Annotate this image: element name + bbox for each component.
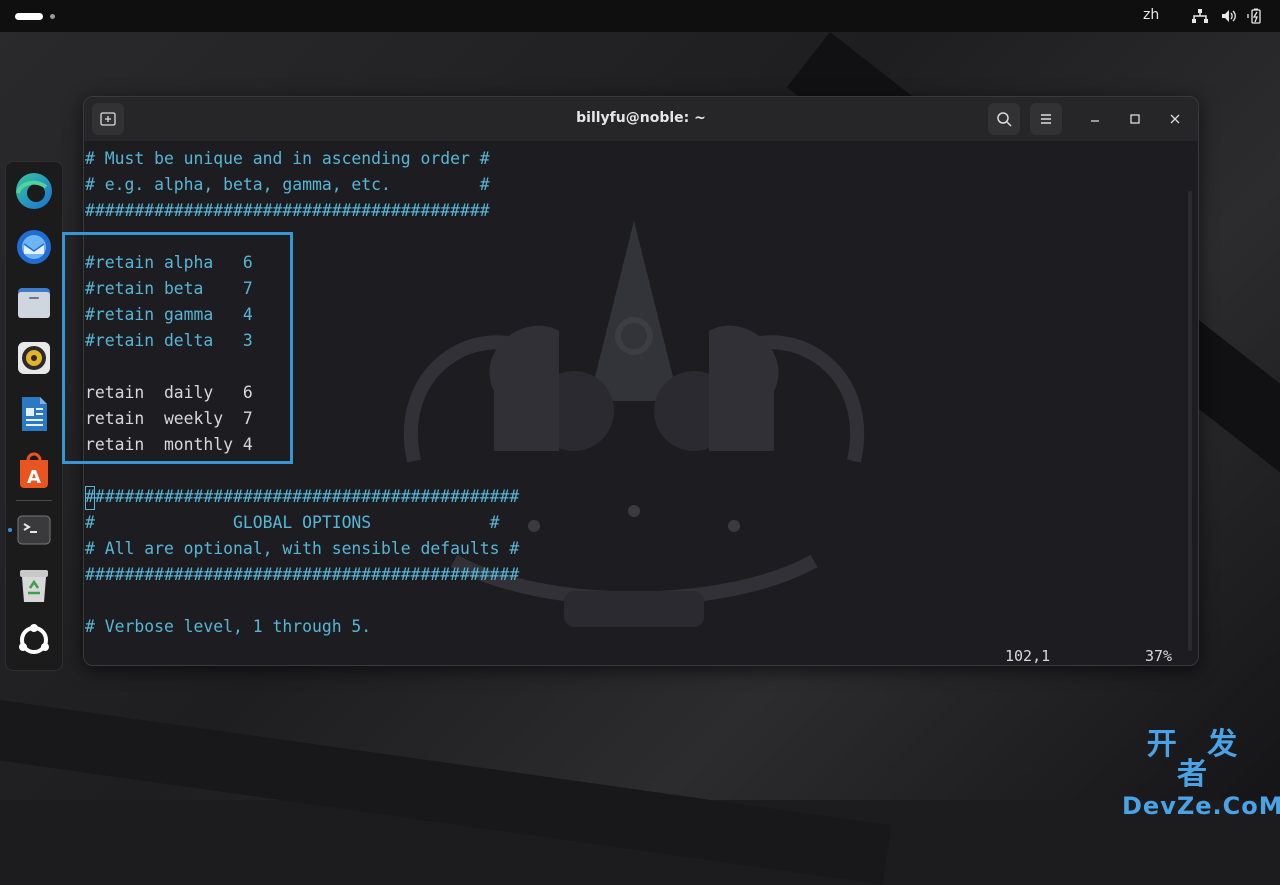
scrollbar[interactable] xyxy=(1188,191,1192,651)
menu-icon xyxy=(1041,114,1051,124)
files-icon[interactable] xyxy=(14,282,54,322)
network-icon[interactable] xyxy=(1191,8,1209,24)
terminal-line: ########################################… xyxy=(85,565,520,584)
scroll-percent: 37% xyxy=(1145,647,1173,665)
maximize-icon[interactable] xyxy=(1125,109,1145,129)
dock-separator xyxy=(16,500,52,501)
terminal-line: ########################################… xyxy=(85,201,490,220)
input-language[interactable]: zh xyxy=(1143,7,1159,23)
devze-logo: 开 发 者 DevZe.CoM xyxy=(1122,727,1280,820)
volume-icon[interactable] xyxy=(1220,8,1238,24)
trash-icon[interactable] xyxy=(14,566,54,606)
terminal-line: # All are optional, with sensible defaul… xyxy=(85,539,520,558)
terminal-line: # e.g. alpha, beta, gamma, etc. # xyxy=(85,175,490,194)
terminal-line: # Verbose level, 1 through 5. xyxy=(85,617,372,636)
window-titlebar[interactable]: billyfu@noble: ~ xyxy=(84,97,1198,141)
terminal-icon[interactable] xyxy=(14,510,54,550)
edge-browser-icon[interactable] xyxy=(14,171,54,211)
dock: A xyxy=(5,161,63,671)
minimize-icon[interactable] xyxy=(1085,109,1105,129)
battery-icon[interactable] xyxy=(1246,8,1264,24)
svg-text:A: A xyxy=(27,467,41,488)
running-indicator xyxy=(8,528,12,532)
cursor-position: 102,1 xyxy=(1005,647,1051,665)
close-icon[interactable] xyxy=(1165,109,1185,129)
search-button[interactable] xyxy=(988,103,1020,135)
menu-button[interactable] xyxy=(1030,103,1062,135)
thunderbird-icon[interactable] xyxy=(14,226,54,266)
show-apps-icon[interactable] xyxy=(14,620,54,660)
app-center-icon[interactable]: A xyxy=(14,450,54,490)
terminal-line: # GLOBAL OPTIONS # xyxy=(85,513,500,532)
top-bar: zh xyxy=(0,0,1280,32)
highlight-box xyxy=(62,232,293,464)
logo-chinese-text: 开 发 者 xyxy=(1146,727,1248,792)
libreoffice-writer-icon[interactable] xyxy=(14,394,54,434)
rhythmbox-icon[interactable] xyxy=(14,338,54,378)
logo-english-text: DevZe.CoM xyxy=(1122,792,1280,820)
workspace-indicator-active[interactable] xyxy=(15,13,43,20)
terminal-line: # Must be unique and in ascending order … xyxy=(85,149,490,168)
workspace-indicator[interactable] xyxy=(50,14,55,19)
terminal-line: ########################################… xyxy=(85,487,520,506)
search-icon xyxy=(997,112,1012,127)
